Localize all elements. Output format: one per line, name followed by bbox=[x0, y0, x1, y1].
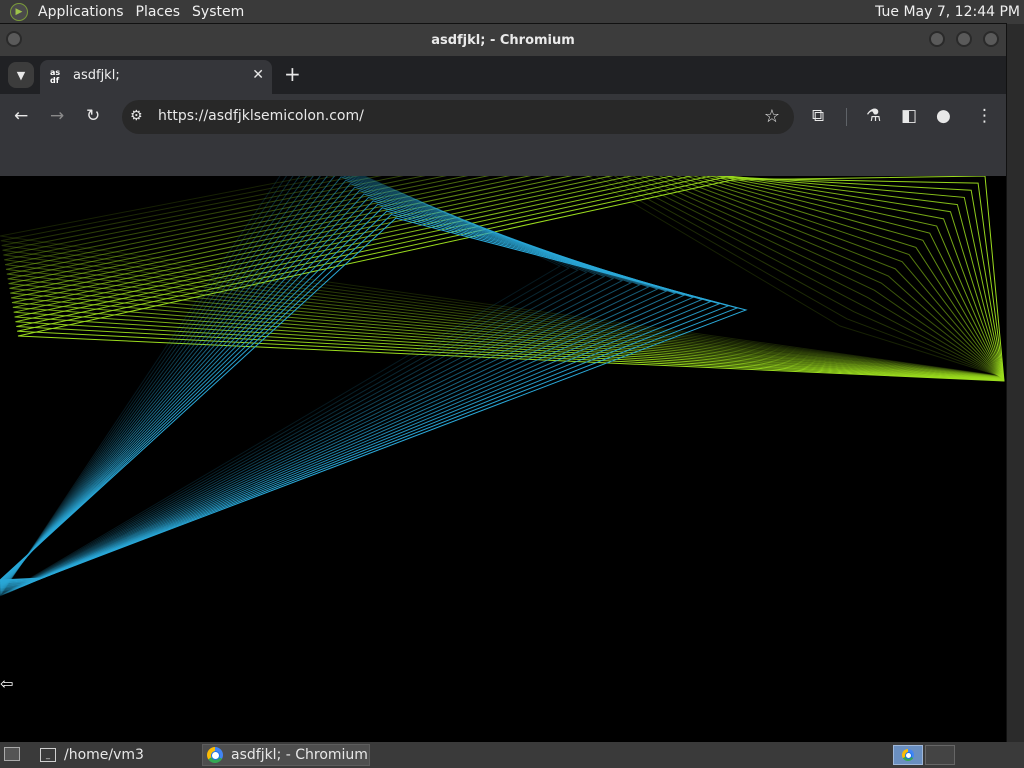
workspace-switcher-2[interactable] bbox=[925, 745, 955, 765]
more-menu-icon[interactable]: ⋮ bbox=[976, 106, 993, 126]
maximize-button[interactable] bbox=[956, 31, 972, 47]
toolbar-divider bbox=[846, 108, 847, 126]
site-favicon-icon: as df bbox=[50, 68, 61, 85]
taskbar-item-chromium[interactable]: asdfjkl; - Chromium bbox=[202, 744, 370, 766]
menu-system[interactable]: System bbox=[186, 0, 250, 24]
new-tab-button[interactable]: + bbox=[284, 62, 301, 86]
workspace-switcher-1[interactable] bbox=[893, 745, 923, 765]
chromium-icon bbox=[207, 747, 223, 763]
top-panel: ▶ Applications Places System Tue May 7, … bbox=[0, 0, 1024, 24]
window-menu-button[interactable] bbox=[6, 31, 22, 47]
taskbar-item-label: asdfjkl; - Chromium bbox=[231, 747, 368, 763]
blue-line bbox=[0, 183, 659, 589]
bookmark-star-icon[interactable]: ☆ bbox=[764, 106, 780, 127]
tab-title: asdfjkl; bbox=[73, 68, 120, 83]
close-tab-icon[interactable]: ✕ bbox=[252, 67, 264, 83]
distro-logo-icon[interactable]: ▶ bbox=[10, 3, 28, 21]
bookmark-bar bbox=[0, 140, 1006, 176]
green-line bbox=[2, 176, 1001, 378]
chromium-icon bbox=[902, 749, 914, 761]
url-text[interactable]: https://asdfjklsemicolon.com/ bbox=[158, 108, 364, 124]
minimize-button[interactable] bbox=[929, 31, 945, 47]
taskbar-item-label: /home/vm3 bbox=[64, 747, 144, 763]
blue-line bbox=[0, 210, 730, 583]
labs-flask-icon[interactable]: ⚗ bbox=[866, 106, 881, 126]
tab-search-button[interactable]: ▼ bbox=[8, 62, 34, 88]
show-desktop-icon[interactable] bbox=[4, 747, 20, 761]
menu-places[interactable]: Places bbox=[130, 0, 187, 24]
browser-toolbar: ← → ↻ ⚙ https://asdfjklsemicolon.com/ ☆ … bbox=[0, 94, 1006, 140]
profile-icon[interactable]: ● bbox=[936, 106, 951, 126]
address-bar[interactable]: ⚙ https://asdfjklsemicolon.com/ ☆ bbox=[122, 100, 794, 134]
mouse-cursor-icon: ⇦ bbox=[0, 674, 14, 693]
taskbar-item-terminal[interactable]: _ /home/vm3 bbox=[34, 744, 200, 766]
tab-strip: ▼ as df asdfjkl; ✕ + bbox=[0, 56, 1006, 94]
chevron-down-icon: ▼ bbox=[16, 68, 26, 82]
reload-icon[interactable]: ↻ bbox=[86, 106, 100, 126]
line-art-canvas bbox=[0, 176, 1005, 597]
back-icon[interactable]: ← bbox=[14, 106, 28, 126]
window-titlebar[interactable]: asdfjkl; - Chromium bbox=[0, 24, 1006, 56]
green-line bbox=[0, 176, 1001, 377]
close-window-button[interactable] bbox=[983, 31, 999, 47]
blue-line bbox=[0, 203, 713, 584]
page-content[interactable]: ⇦ bbox=[0, 176, 1006, 742]
blue-line bbox=[0, 176, 606, 593]
site-info-icon[interactable]: ⚙ bbox=[130, 108, 143, 124]
blue-line bbox=[0, 196, 695, 586]
green-line bbox=[0, 176, 1001, 377]
bottom-panel: _ /home/vm3 asdfjkl; - Chromium bbox=[0, 742, 1024, 768]
top-menu: Applications Places System bbox=[32, 0, 250, 24]
extensions-icon[interactable]: ⧉ bbox=[812, 106, 824, 126]
menu-applications[interactable]: Applications bbox=[32, 0, 130, 24]
blue-line bbox=[0, 193, 686, 586]
clock[interactable]: Tue May 7, 12:44 PM bbox=[875, 0, 1020, 24]
terminal-icon: _ bbox=[40, 748, 56, 762]
tab-active[interactable]: as df asdfjkl; ✕ bbox=[40, 60, 272, 94]
side-panel-icon[interactable]: ◧ bbox=[901, 106, 917, 126]
green-line bbox=[1, 176, 1001, 377]
blue-line bbox=[0, 186, 668, 588]
browser-window: asdfjkl; - Chromium ▼ as df asdfjkl; ✕ + … bbox=[0, 24, 1006, 742]
blue-line bbox=[0, 176, 624, 592]
forward-icon[interactable]: → bbox=[50, 106, 64, 126]
window-title: asdfjkl; - Chromium bbox=[431, 32, 575, 48]
